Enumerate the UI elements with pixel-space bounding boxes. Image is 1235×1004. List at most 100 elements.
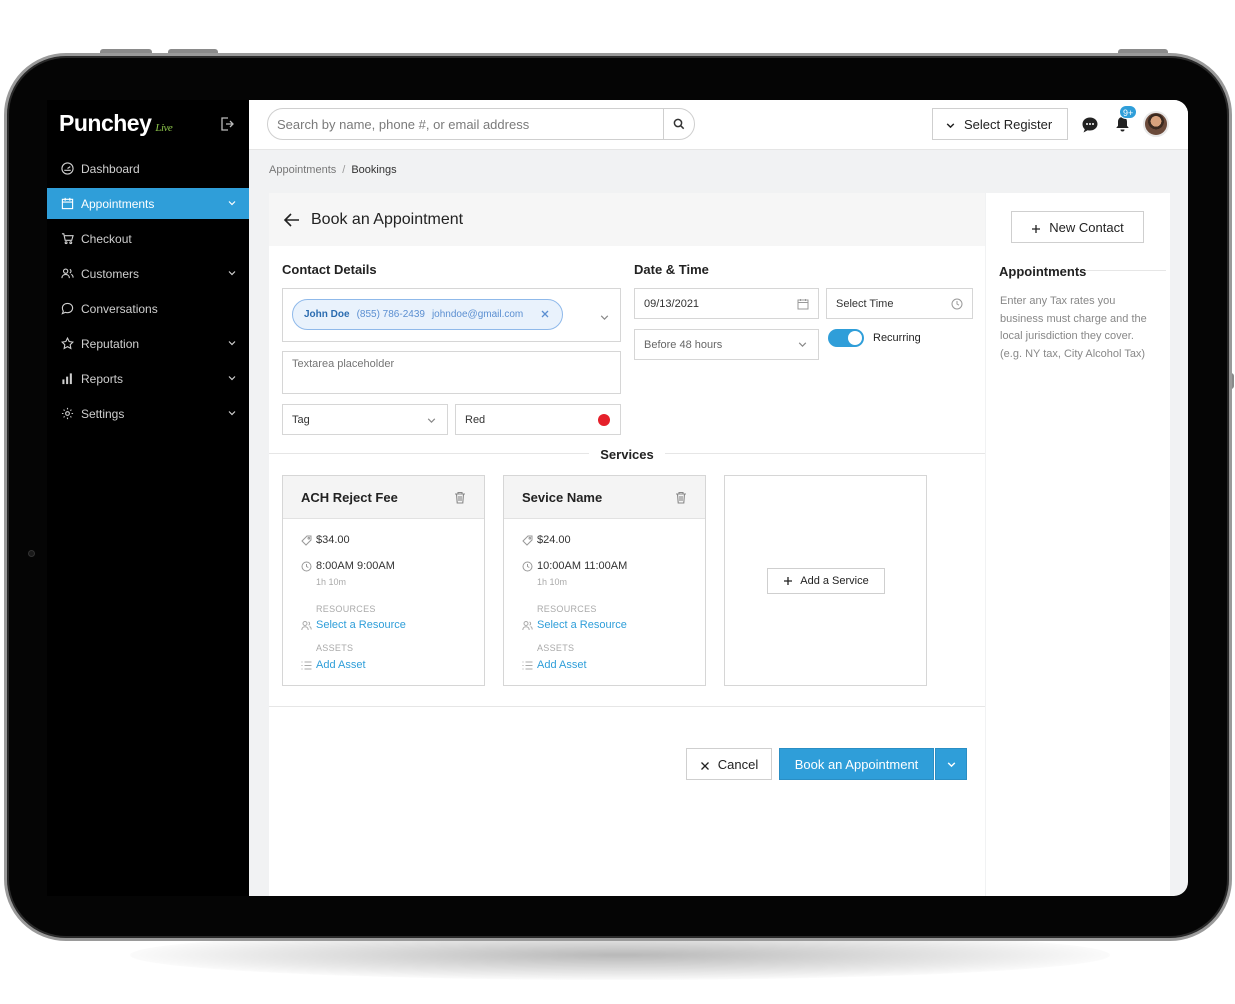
service-price: $34.00 bbox=[316, 534, 350, 546]
sidebar-item-reports[interactable]: Reports bbox=[47, 363, 249, 394]
brand-logo[interactable]: Punchey Live bbox=[59, 110, 173, 137]
contact-details-label: Contact Details bbox=[282, 262, 377, 277]
service-price-row: $34.00 bbox=[301, 534, 350, 546]
users-icon bbox=[522, 620, 533, 631]
avatar[interactable] bbox=[1143, 111, 1169, 137]
collapse-sidebar-icon[interactable] bbox=[219, 116, 235, 132]
bar-chart-icon bbox=[60, 372, 74, 386]
right-panel-title: Appointments bbox=[999, 264, 1087, 279]
assets-label: ASSETS bbox=[537, 643, 575, 653]
page-title: Book an Appointment bbox=[311, 210, 464, 228]
search-button[interactable] bbox=[663, 109, 694, 139]
breadcrumb-current: Bookings bbox=[351, 164, 397, 176]
sidebar-item-appointments[interactable]: Appointments bbox=[47, 188, 249, 219]
tag-icon bbox=[301, 535, 312, 546]
service-card: Sevice Name $24.00 10:00AM 11:00AM 1h 10… bbox=[503, 475, 706, 686]
add-asset-label: Add Asset bbox=[316, 659, 366, 671]
register-label: Select Register bbox=[964, 116, 1053, 132]
cart-icon bbox=[60, 232, 74, 246]
reminder-select[interactable]: Before 48 hours bbox=[634, 329, 819, 360]
tag-select[interactable]: Tag bbox=[282, 404, 448, 435]
sidebar-item-customers[interactable]: Customers bbox=[47, 258, 249, 289]
sidebar-item-label: Customers bbox=[81, 266, 140, 281]
chevron-down-icon bbox=[426, 415, 437, 426]
chevron-down-icon bbox=[227, 372, 237, 382]
add-asset-link[interactable]: Add Asset bbox=[301, 659, 366, 671]
resources-label: RESOURCES bbox=[537, 604, 597, 614]
breadcrumb-separator: / bbox=[342, 164, 346, 176]
recurring-toggle[interactable] bbox=[828, 329, 864, 347]
new-contact-label: New Contact bbox=[1049, 219, 1124, 235]
service-card-header: Sevice Name bbox=[504, 476, 705, 519]
divider bbox=[1086, 270, 1166, 271]
date-input[interactable]: 09/13/2021 bbox=[634, 288, 819, 319]
service-card-header: ACH Reject Fee bbox=[283, 476, 484, 519]
reminder-value: Before 48 hours bbox=[644, 338, 723, 351]
clock-icon bbox=[522, 561, 533, 572]
add-service-button[interactable]: Add a Service bbox=[767, 568, 885, 594]
list-icon bbox=[522, 660, 533, 671]
tag-icon bbox=[522, 535, 533, 546]
messages-icon[interactable] bbox=[1081, 116, 1099, 134]
sidebar-item-label: Dashboard bbox=[81, 161, 140, 176]
select-register-dropdown[interactable]: Select Register bbox=[932, 108, 1068, 140]
cancel-label: Cancel bbox=[717, 756, 759, 772]
contact-name: John Doe bbox=[304, 309, 350, 320]
users-icon bbox=[301, 620, 312, 631]
service-time-row: 10:00AM 11:00AM bbox=[522, 560, 627, 572]
dashboard-icon bbox=[60, 162, 74, 176]
chevron-down-icon bbox=[227, 337, 237, 347]
resources-label: RESOURCES bbox=[316, 604, 376, 614]
time-input[interactable]: Select Time bbox=[826, 288, 973, 319]
book-appointment-button[interactable]: Book an Appointment bbox=[779, 748, 934, 780]
sidebar-item-settings[interactable]: Settings bbox=[47, 398, 249, 429]
select-resource-label: Select a Resource bbox=[537, 619, 627, 631]
cancel-button[interactable]: Cancel bbox=[686, 748, 772, 780]
add-asset-link[interactable]: Add Asset bbox=[522, 659, 587, 671]
list-icon bbox=[301, 660, 312, 671]
contact-select[interactable]: John Doe (855) 786-2439 johndoe@gmail.co… bbox=[282, 288, 621, 342]
service-name: Sevice Name bbox=[522, 489, 603, 505]
calendar-icon bbox=[60, 197, 74, 211]
service-name: ACH Reject Fee bbox=[301, 489, 398, 505]
users-icon bbox=[60, 267, 74, 281]
trash-icon[interactable] bbox=[675, 491, 687, 504]
sidebar-item-label: Appointments bbox=[81, 196, 155, 211]
chevron-down-icon bbox=[945, 119, 956, 130]
panel-header: Book an Appointment bbox=[269, 193, 985, 246]
plus-icon bbox=[783, 576, 793, 586]
sidebar: Punchey Live Dashboard Appointments Check… bbox=[47, 100, 249, 896]
brand-name: Punchey bbox=[59, 110, 152, 136]
service-time: 8:00AM 9:00AM bbox=[316, 560, 395, 572]
search-input[interactable] bbox=[268, 109, 663, 139]
time-placeholder: Select Time bbox=[836, 297, 894, 310]
main-content: Select Register 9+ Appointments / Bookings… bbox=[249, 100, 1188, 896]
add-service-card: Add a Service bbox=[724, 475, 927, 686]
color-select[interactable]: Red bbox=[455, 404, 621, 435]
toggle-knob bbox=[848, 331, 862, 345]
select-resource-link[interactable]: Select a Resource bbox=[301, 619, 406, 631]
chevron-down-icon bbox=[797, 339, 809, 351]
sidebar-item-dashboard[interactable]: Dashboard bbox=[47, 153, 249, 184]
add-asset-label: Add Asset bbox=[537, 659, 587, 671]
sidebar-item-label: Conversations bbox=[81, 301, 158, 316]
right-panel-description: Enter any Tax rates you business must ch… bbox=[1000, 295, 1147, 360]
top-bar: Select Register 9+ bbox=[249, 100, 1188, 150]
sidebar-item-conversations[interactable]: Conversations bbox=[47, 293, 249, 324]
notes-textarea[interactable] bbox=[282, 351, 621, 394]
sidebar-item-reputation[interactable]: Reputation bbox=[47, 328, 249, 359]
app-screen: Punchey Live Dashboard Appointments Check… bbox=[47, 100, 1188, 896]
service-duration: 1h 10m bbox=[537, 577, 568, 587]
remove-contact-icon[interactable] bbox=[540, 309, 550, 319]
service-card: ACH Reject Fee $34.00 8:00AM 9:00AM 1h 1… bbox=[282, 475, 485, 686]
camera bbox=[28, 550, 35, 557]
clock-icon bbox=[301, 561, 312, 572]
book-options-dropdown[interactable] bbox=[935, 748, 967, 780]
new-contact-button[interactable]: New Contact bbox=[1011, 211, 1144, 243]
sidebar-item-checkout[interactable]: Checkout bbox=[47, 223, 249, 254]
breadcrumb-parent[interactable]: Appointments bbox=[269, 164, 336, 176]
trash-icon[interactable] bbox=[454, 491, 466, 504]
select-resource-link[interactable]: Select a Resource bbox=[522, 619, 627, 631]
back-arrow-icon[interactable] bbox=[283, 212, 301, 228]
sidebar-item-label: Settings bbox=[81, 406, 125, 421]
